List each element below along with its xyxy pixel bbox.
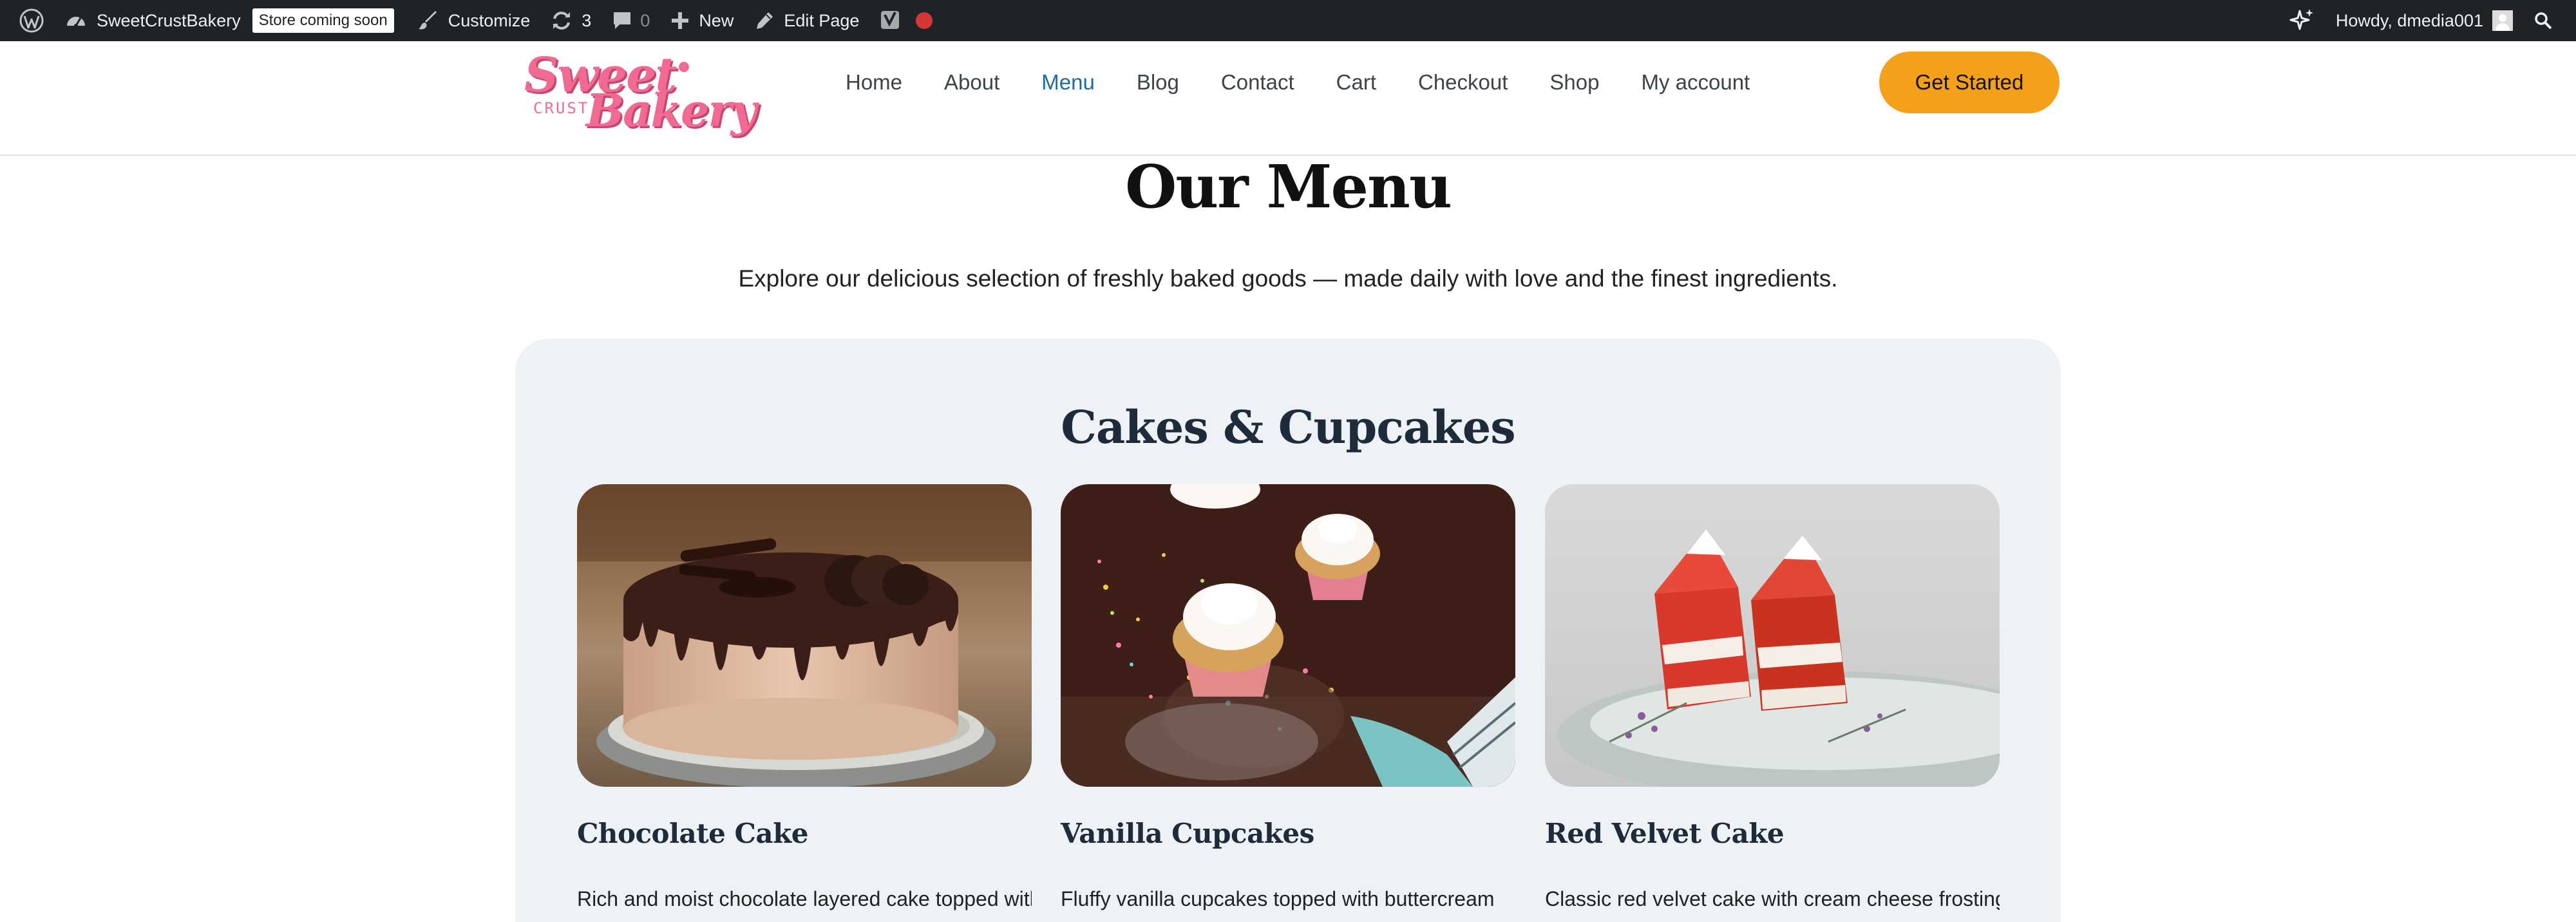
edit-page-label: Edit Page (784, 10, 860, 30)
menu-item-name: Vanilla Cupcakes (1061, 818, 1314, 849)
nav-my-account[interactable]: My account (1641, 70, 1750, 95)
site-name-menu[interactable]: SweetCrustBakery Store coming soon (54, 0, 407, 41)
admin-bar-right: Howdy, dmedia001 (2278, 0, 2576, 41)
main-navigation: Home About Menu Blog Contact Cart Checko… (846, 67, 1792, 98)
site-header: Sweet CRUST Bakery Home About Menu Blog … (0, 41, 2576, 156)
comments-count: 0 (640, 10, 650, 30)
red-velvet-cake-image (1545, 484, 2000, 787)
my-account-menu[interactable]: Howdy, dmedia001 (2325, 0, 2523, 41)
brush-icon (417, 10, 439, 32)
admin-bar-left: SweetCrustBakery Store coming soon Custo… (0, 0, 943, 41)
seo-status-dot (916, 12, 933, 29)
comments-link[interactable]: 0 (601, 0, 660, 41)
customize-label: Customize (448, 10, 531, 30)
search-icon (2533, 11, 2553, 30)
site-logo[interactable]: Sweet CRUST Bakery (522, 48, 757, 138)
section-title: Cakes & Cupcakes (1061, 400, 1515, 454)
nav-contact[interactable]: Contact (1221, 70, 1294, 95)
nav-about[interactable]: About (944, 70, 999, 95)
menu-item-description: Classic red velvet cake with cream chees… (1545, 887, 2000, 910)
logo-text-bottom: Bakery (586, 84, 757, 137)
pencil-icon (754, 10, 775, 31)
admin-search-button[interactable] (2523, 0, 2563, 41)
yoast-icon (880, 10, 903, 32)
site-name: SweetCrustBakery (97, 10, 241, 30)
new-label: New (699, 10, 734, 30)
comment-icon (612, 10, 632, 31)
wordpress-logo-icon (19, 8, 44, 33)
admin-bar: SweetCrustBakery Store coming soon Custo… (0, 0, 2576, 41)
nav-cart[interactable]: Cart (1336, 70, 1376, 95)
nav-blog[interactable]: Blog (1137, 70, 1179, 95)
plus-icon (670, 11, 690, 30)
get-started-button[interactable]: Get Started (1879, 52, 2060, 113)
updates-icon (551, 10, 573, 32)
page-intro: Explore our delicious selection of fresh… (738, 265, 1838, 292)
menu-item-description: Rich and moist chocolate layered cake to… (577, 887, 1032, 910)
wordpress-menu[interactable] (9, 0, 54, 41)
greeting: Howdy, dmedia001 (2335, 10, 2483, 30)
ai-assistant-button[interactable] (2278, 0, 2325, 41)
updates-count: 3 (582, 10, 592, 30)
avatar (2492, 10, 2513, 31)
menu-item-card: Red Velvet Cake Classic red velvet cake … (1545, 484, 2000, 915)
menu-section-cakes: Cakes & Cupcakes Chocolate Cake Rich and… (515, 339, 2061, 922)
menu-item-name: Red Velvet Cake (1545, 818, 1785, 849)
new-content-menu[interactable]: New (660, 0, 744, 41)
menu-item-name: Chocolate Cake (577, 818, 808, 849)
menu-item-card: Vanilla Cupcakes Fluffy vanilla cupcakes… (1061, 484, 1515, 915)
nav-checkout[interactable]: Checkout (1418, 70, 1508, 95)
store-coming-soon-badge[interactable]: Store coming soon (252, 8, 394, 33)
logo-dot (679, 62, 689, 72)
updates-link[interactable]: 3 (540, 0, 601, 41)
dashboard-icon (64, 9, 88, 32)
vanilla-cupcakes-image (1061, 484, 1515, 787)
nav-home[interactable]: Home (846, 70, 902, 95)
nav-shop[interactable]: Shop (1549, 70, 1599, 95)
menu-item-card: Chocolate Cake Rich and moist chocolate … (577, 484, 1032, 915)
seo-menu[interactable] (869, 0, 943, 41)
page-title: Our Menu (1125, 152, 1452, 221)
edit-page-link[interactable]: Edit Page (744, 0, 869, 41)
sparkle-icon (2288, 7, 2315, 34)
logo-text-middle: CRUST (533, 99, 590, 117)
chocolate-cake-image (577, 484, 1032, 787)
menu-item-description: Fluffy vanilla cupcakes topped with butt… (1061, 887, 1495, 910)
customize-link[interactable]: Customize (407, 0, 541, 41)
nav-menu[interactable]: Menu (1041, 70, 1095, 95)
